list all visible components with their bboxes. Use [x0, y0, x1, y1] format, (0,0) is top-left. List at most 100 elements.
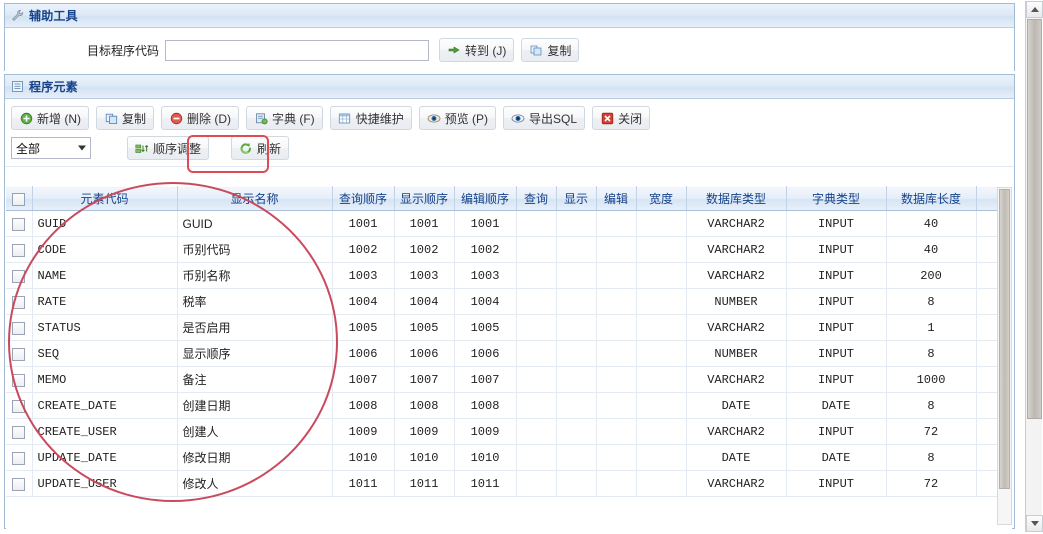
program-elements-title: 程序元素 [29, 80, 78, 94]
table-row[interactable]: CREATE_USER 创建人 1009 1009 1009 VARCHAR2 INPUT 7… [6, 418, 1012, 445]
cell-show [556, 262, 597, 289]
cell-dict_type: INPUT [786, 288, 887, 315]
cell-db_type: DATE [686, 444, 787, 471]
column-header-dict_type[interactable]: 字典类型 [786, 186, 887, 211]
row-checkbox[interactable] [12, 295, 26, 309]
scroll-down-button[interactable] [1026, 515, 1043, 532]
cell-dict_type: INPUT [786, 418, 887, 445]
grid-scrollbar-thumb[interactable] [999, 189, 1010, 489]
cell-code: GUID [32, 210, 178, 237]
row-select-cell[interactable] [6, 314, 33, 341]
cell-db_type: VARCHAR2 [686, 470, 787, 497]
row-select-cell[interactable] [6, 444, 33, 471]
row-checkbox[interactable] [12, 217, 26, 231]
cell-display: 修改人 [177, 470, 333, 497]
window-vertical-scrollbar[interactable] [1025, 1, 1043, 532]
select-all-checkbox[interactable] [12, 192, 26, 206]
row-checkbox[interactable] [12, 347, 26, 361]
cell-display: 备注 [177, 366, 333, 393]
column-header-edit_seq[interactable]: 编辑顺序 [454, 186, 517, 211]
goto-button[interactable]: 转到 (J) [439, 38, 515, 62]
table-row[interactable]: UPDATE_DATE 修改日期 1010 1010 1010 DATE DATE 8 [6, 444, 1012, 471]
red-x-icon [600, 111, 614, 125]
export-sql-button-label: 导出SQL [529, 111, 578, 126]
scope-filter-value: 全部 [16, 141, 41, 156]
table-row[interactable]: RATE 税率 1004 1004 1004 NUMBER INPUT 8 [6, 288, 1012, 315]
cell-width [636, 418, 687, 445]
cell-edit_seq: 1008 [454, 392, 517, 419]
grid-vertical-scrollbar[interactable] [997, 187, 1012, 525]
scope-filter-select[interactable]: 全部 [11, 137, 91, 159]
reorder-button[interactable]: 顺序调整 [127, 136, 210, 160]
close-button-label: 关闭 [618, 111, 643, 126]
table-row[interactable]: NAME 币别名称 1003 1003 1003 VARCHAR2 INPUT 200 [6, 262, 1012, 289]
row-checkbox[interactable] [12, 321, 26, 335]
copy-button[interactable]: 复制 [96, 106, 155, 130]
cell-display: GUID [177, 210, 333, 237]
preview-button[interactable]: 预览 (P) [418, 106, 497, 130]
table-row[interactable]: CREATE_DATE 创建日期 1008 1008 1008 DATE DATE 8 [6, 392, 1012, 419]
row-select-cell[interactable] [6, 262, 33, 289]
quick-maintain-button[interactable]: 快捷维护 [329, 106, 412, 130]
column-header-show_seq[interactable]: 显示顺序 [394, 186, 455, 211]
refresh-button[interactable]: 刷新 [231, 136, 290, 160]
cell-width [636, 210, 687, 237]
goto-button-group: 转到 (J) 复制 [439, 38, 580, 62]
auxiliary-tools-body: 目标程序代码 转到 (J) 复制 [5, 28, 1014, 71]
target-program-code-input[interactable] [165, 39, 430, 61]
column-header-query_seq[interactable]: 查询顺序 [332, 186, 395, 211]
cell-query [516, 314, 557, 341]
column-header-code[interactable]: 元素代码 [32, 186, 178, 211]
row-select-cell[interactable] [6, 288, 33, 315]
row-select-cell[interactable] [6, 340, 33, 367]
cell-edit_seq: 1011 [454, 470, 517, 497]
cell-db_length: 1000 [886, 366, 977, 393]
column-header-edit[interactable]: 编辑 [596, 186, 637, 211]
row-checkbox[interactable] [12, 425, 26, 439]
add-button-label: 新增 (N) [37, 111, 81, 126]
row-checkbox[interactable] [12, 373, 26, 387]
column-header-query[interactable]: 查询 [516, 186, 557, 211]
table-row[interactable]: GUID GUID 1001 1001 1001 VARCHAR2 INPUT 40 [6, 210, 1012, 237]
auxiliary-tools-title: 辅助工具 [29, 9, 78, 23]
row-select-cell[interactable] [6, 236, 33, 263]
close-button[interactable]: 关闭 [592, 106, 651, 130]
cell-width [636, 392, 687, 419]
cell-query_seq: 1011 [332, 470, 395, 497]
row-checkbox[interactable] [12, 243, 26, 257]
column-header-width[interactable]: 宽度 [636, 186, 687, 211]
copy-button-top[interactable]: 复制 [521, 38, 580, 62]
row-select-cell[interactable] [6, 392, 33, 419]
column-header-show[interactable]: 显示 [556, 186, 597, 211]
table-row[interactable]: MEMO 备注 1007 1007 1007 VARCHAR2 INPUT 1000 [6, 366, 1012, 393]
scroll-up-button[interactable] [1026, 1, 1043, 18]
cell-edit [596, 340, 637, 367]
cell-query_seq: 1004 [332, 288, 395, 315]
row-checkbox[interactable] [12, 269, 26, 283]
export-sql-button[interactable]: 导出SQL [503, 106, 586, 130]
row-select-cell[interactable] [6, 418, 33, 445]
row-checkbox[interactable] [12, 399, 26, 413]
row-select-cell[interactable] [6, 210, 33, 237]
row-checkbox[interactable] [12, 477, 26, 491]
row-select-cell[interactable] [6, 470, 33, 497]
window-scrollbar-thumb[interactable] [1027, 19, 1042, 419]
table-row[interactable]: STATUS 是否启用 1005 1005 1005 VARCHAR2 INPUT 1 [6, 314, 1012, 341]
add-button[interactable]: 新增 (N) [11, 106, 89, 130]
cell-show_seq: 1008 [394, 392, 455, 419]
table-row[interactable]: CODE 币别代码 1002 1002 1002 VARCHAR2 INPUT 40 [6, 236, 1012, 263]
column-header-display[interactable]: 显示名称 [177, 186, 333, 211]
program-elements-panel: 程序元素 新增 (N) 复制 删除 (D) 字典 (F) 快捷维护 预览 (P)… [4, 74, 1015, 529]
cell-width [636, 314, 687, 341]
row-checkbox[interactable] [12, 451, 26, 465]
table-row[interactable]: UPDATE_USER 修改人 1011 1011 1011 VARCHAR2 INPUT 7… [6, 470, 1012, 497]
select-all-header[interactable] [6, 186, 33, 211]
table-row[interactable]: SEQ 显示顺序 1006 1006 1006 NUMBER INPUT 8 [6, 340, 1012, 367]
cell-dict_type: INPUT [786, 470, 887, 497]
column-header-db_type[interactable]: 数据库类型 [686, 186, 787, 211]
column-header-db_length[interactable]: 数据库长度 [886, 186, 977, 211]
delete-button[interactable]: 删除 (D) [161, 106, 240, 130]
row-select-cell[interactable] [6, 366, 33, 393]
dictionary-button[interactable]: 字典 (F) [246, 106, 323, 130]
cell-edit [596, 210, 637, 237]
